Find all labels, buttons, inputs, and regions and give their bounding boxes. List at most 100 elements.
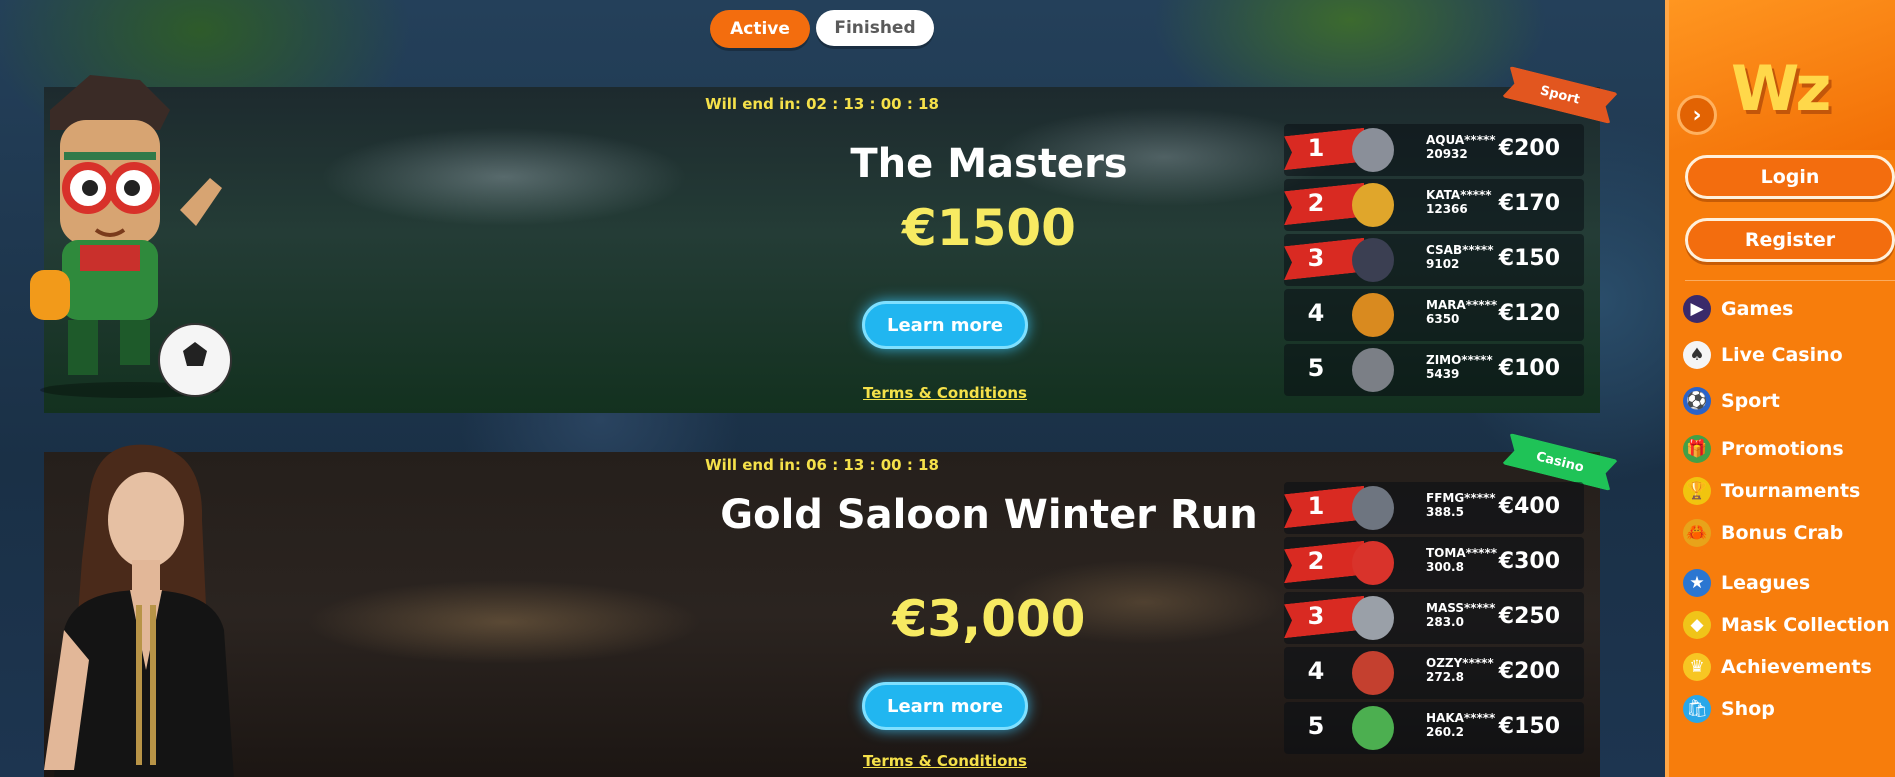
- tab-finished[interactable]: Finished: [816, 10, 934, 46]
- player-prize: €200: [1498, 136, 1560, 161]
- sidebar-item-live-casino[interactable]: ♠ Live Casino: [1683, 341, 1843, 369]
- sidebar-item-label: Shop: [1721, 698, 1775, 720]
- rank-number: 3: [1307, 244, 1325, 272]
- player-prize: €200: [1498, 659, 1560, 684]
- player-name: MASS*****: [1426, 601, 1496, 615]
- live-dealer-illustration: [34, 440, 244, 777]
- leaderboard-row: 1 FFMG***** 388.5 €400: [1284, 482, 1584, 534]
- player-score: 20932: [1426, 147, 1468, 161]
- sidebar-item-promotions[interactable]: 🎁 Promotions: [1683, 435, 1844, 463]
- learn-more-button[interactable]: Learn more: [862, 682, 1028, 730]
- player-prize: €250: [1498, 604, 1560, 629]
- tournament-title: Gold Saloon Winter Run: [720, 492, 1258, 538]
- rank-number: 1: [1307, 492, 1325, 520]
- live-casino-icon: ♠: [1683, 341, 1711, 369]
- sidebar-item-sport[interactable]: ⚽ Sport: [1683, 387, 1780, 415]
- tournament-title: The Masters: [850, 141, 1128, 187]
- sidebar-item-leagues[interactable]: ★ Leagues: [1683, 569, 1810, 597]
- leaderboard-row: 4 OZZY***** 272.8 €200: [1284, 647, 1584, 699]
- sidebar-item-label: Bonus Crab: [1721, 522, 1844, 544]
- achievements-icon: ♛: [1683, 653, 1711, 681]
- player-avatar-icon: [1352, 541, 1394, 585]
- player-name: FFMG*****: [1426, 491, 1496, 505]
- leaderboard-row: 4 MARA***** 6350 €120: [1284, 289, 1584, 341]
- player-prize: €170: [1498, 191, 1560, 216]
- prize-pool: €1500: [902, 199, 1076, 257]
- rank-number: 2: [1307, 547, 1325, 575]
- player-prize: €300: [1498, 549, 1560, 574]
- player-avatar-icon: [1352, 293, 1394, 337]
- games-icon: ▶: [1683, 295, 1711, 323]
- rank-number: 2: [1307, 189, 1325, 217]
- player-name: KATA*****: [1426, 188, 1492, 202]
- learn-more-button[interactable]: Learn more: [862, 301, 1028, 349]
- chevron-right-icon[interactable]: ›: [1677, 95, 1717, 135]
- leaderboard-row: 3 CSAB***** 9102 €150: [1284, 234, 1584, 286]
- sidebar-item-achievements[interactable]: ♛ Achievements: [1683, 653, 1872, 681]
- sidebar-item-bonus-crab[interactable]: 🦀 Bonus Crab: [1683, 519, 1843, 547]
- sidebar-item-label: Promotions: [1721, 438, 1844, 460]
- player-avatar-icon: [1352, 486, 1394, 530]
- leaderboard-row: 2 TOMA***** 300.8 €300: [1284, 537, 1584, 589]
- sidebar-divider: [1685, 280, 1895, 281]
- leaderboard: 1 AQUA***** 20932 €200 2 KATA***** 12366 €170 3 C…: [1284, 124, 1584, 399]
- tournament-filter-tabs: Active Finished: [710, 10, 934, 48]
- sport-icon: ⚽: [1683, 387, 1711, 415]
- player-info: FFMG***** 388.5: [1426, 491, 1496, 519]
- sidebar-item-label: Tournaments: [1721, 480, 1861, 502]
- player-avatar-icon: [1352, 596, 1394, 640]
- tab-active[interactable]: Active: [710, 10, 810, 48]
- tournaments-icon: 🏆: [1683, 477, 1711, 505]
- leagues-icon: ★: [1683, 569, 1711, 597]
- register-button[interactable]: Register: [1685, 218, 1895, 262]
- sidebar-item-shop[interactable]: 🛍 Shop: [1683, 695, 1775, 723]
- leaderboard-row: 5 HAKA***** 260.2 €150: [1284, 702, 1584, 754]
- player-avatar-icon: [1352, 706, 1394, 750]
- player-score: 260.2: [1426, 725, 1464, 739]
- sidebar-item-label: Leagues: [1721, 572, 1811, 594]
- sidebar-item-label: Live Casino: [1721, 344, 1843, 366]
- rank-number: 5: [1307, 354, 1325, 382]
- sidebar-item-label: Mask Collection: [1721, 614, 1890, 636]
- leaderboard: 1 FFMG***** 388.5 €400 2 TOMA***** 300.8 €300 3 M…: [1284, 482, 1584, 757]
- player-score: 5439: [1426, 367, 1460, 381]
- countdown-timer: Will end in: 06 : 13 : 00 : 18: [705, 456, 939, 474]
- mask-collection-icon: ◆: [1683, 611, 1711, 639]
- leaderboard-row: 5 ZIMO***** 5439 €100: [1284, 344, 1584, 396]
- sidebar-item-mask-collection[interactable]: ◆ Mask Collection: [1683, 611, 1890, 639]
- prize-pool: €3,000: [892, 590, 1086, 648]
- tournament-card-gold-saloon: Will end in: 06 : 13 : 00 : 18 Gold Salo…: [44, 452, 1600, 777]
- player-score: 283.0: [1426, 615, 1464, 629]
- sidebar-item-tournaments[interactable]: 🏆 Tournaments: [1683, 477, 1860, 505]
- rank-number: 4: [1307, 299, 1325, 327]
- rank-number: 5: [1307, 712, 1325, 740]
- player-score: 272.8: [1426, 670, 1464, 684]
- player-name: ZIMO*****: [1426, 353, 1493, 367]
- tournament-card-the-masters: Will end in: 02 : 13 : 00 : 18 The Maste…: [44, 87, 1600, 413]
- sidebar-item-label: Achievements: [1721, 656, 1872, 678]
- sidebar-item-label: Sport: [1721, 390, 1780, 412]
- player-prize: €150: [1498, 246, 1560, 271]
- leaderboard-row: 3 MASS***** 283.0 €250: [1284, 592, 1584, 644]
- player-info: TOMA***** 300.8: [1426, 546, 1497, 574]
- player-name: CSAB*****: [1426, 243, 1494, 257]
- login-button[interactable]: Login: [1685, 155, 1895, 199]
- terms-conditions-link[interactable]: Terms & Conditions: [862, 384, 1028, 402]
- player-info: MARA***** 6350: [1426, 298, 1497, 326]
- brand-logo[interactable]: Wz: [1731, 52, 1832, 125]
- player-name: MARA*****: [1426, 298, 1498, 312]
- player-avatar-icon: [1352, 348, 1394, 392]
- leaderboard-row: 1 AQUA***** 20932 €200: [1284, 124, 1584, 176]
- rank-number: 1: [1307, 134, 1325, 162]
- player-info: CSAB***** 9102: [1426, 243, 1493, 271]
- right-sidebar: Wz › Login Register ▶ Games ♠ Live Casino ⚽ S…: [1665, 0, 1895, 777]
- countdown-timer: Will end in: 02 : 13 : 00 : 18: [705, 95, 939, 113]
- player-prize: €120: [1498, 301, 1560, 326]
- sidebar-item-games[interactable]: ▶ Games: [1683, 295, 1793, 323]
- player-prize: €100: [1498, 356, 1560, 381]
- player-info: HAKA***** 260.2: [1426, 711, 1495, 739]
- rank-number: 3: [1307, 602, 1325, 630]
- player-score: 300.8: [1426, 560, 1464, 574]
- player-score: 388.5: [1426, 505, 1464, 519]
- terms-conditions-link[interactable]: Terms & Conditions: [862, 752, 1028, 770]
